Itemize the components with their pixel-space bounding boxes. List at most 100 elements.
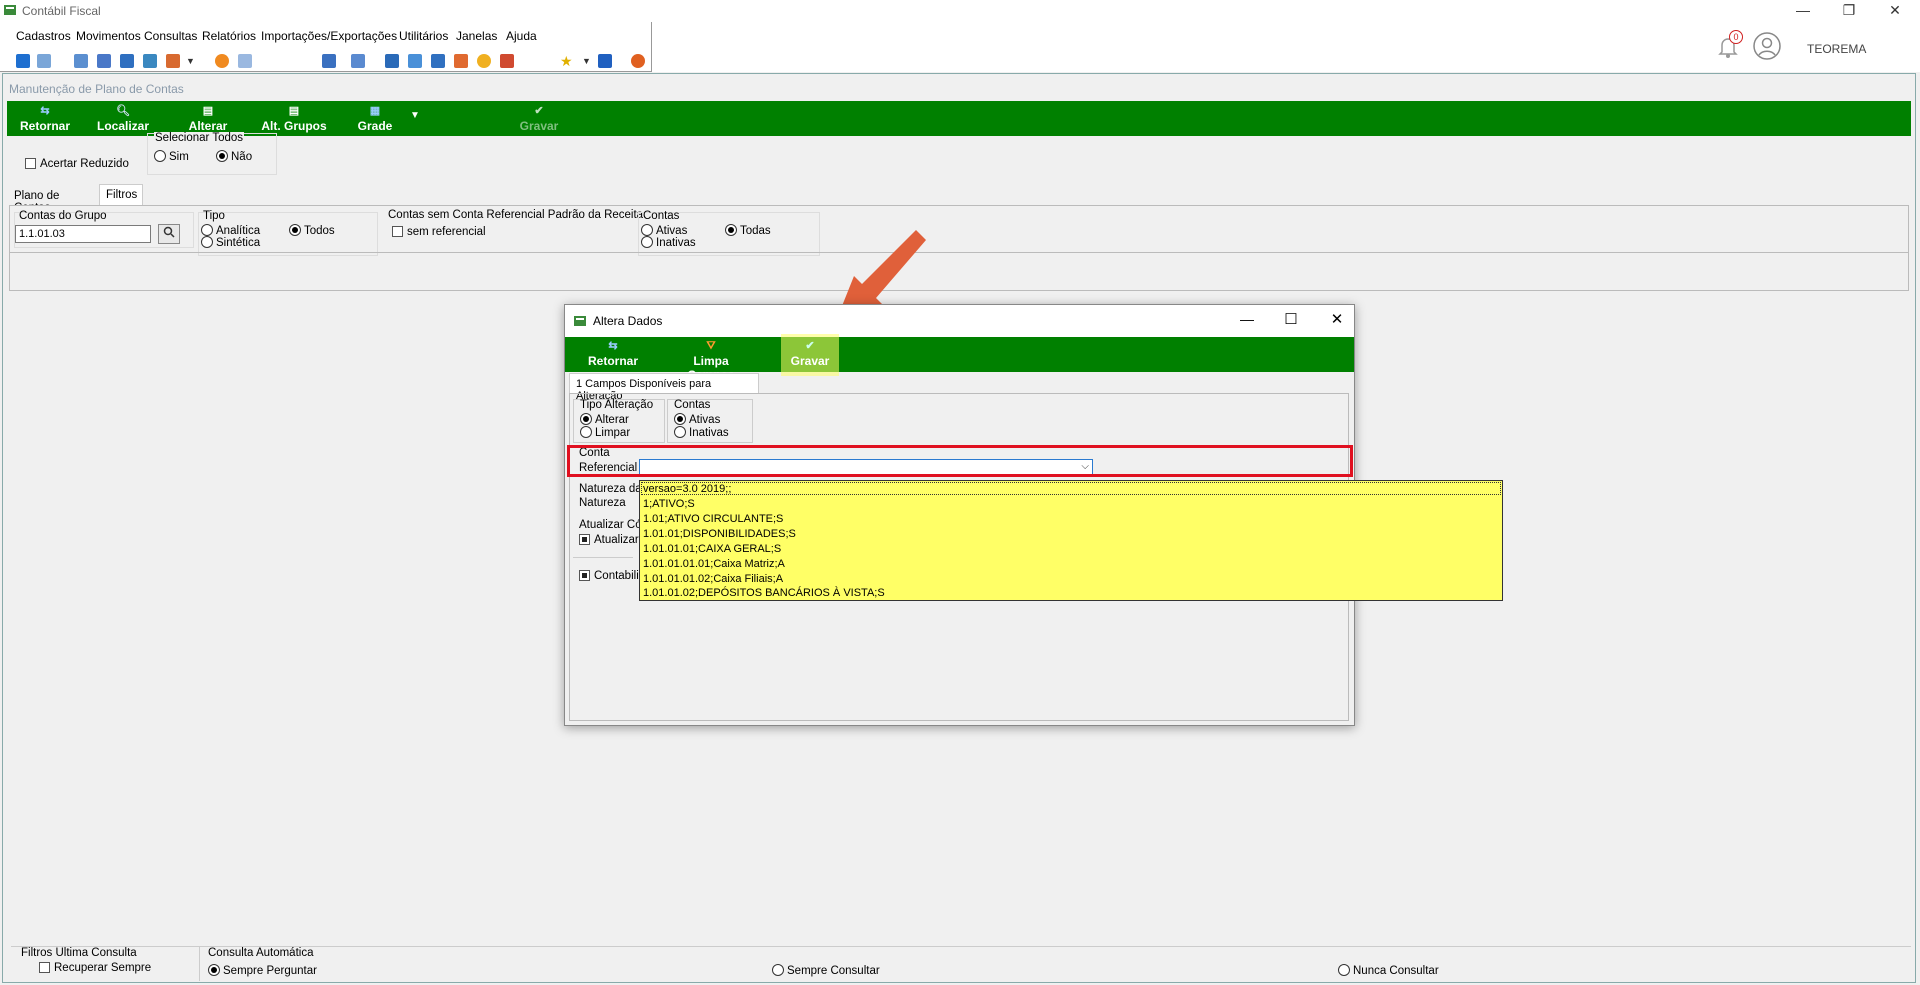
recuperar-sempre-checkbox[interactable]: Recuperar Sempre — [39, 962, 151, 974]
toolbar-icon-5[interactable] — [120, 54, 134, 68]
dropdown-option[interactable]: 1.01.01.01.02;Caixa Filiais;A — [643, 573, 783, 585]
retornar-button[interactable]: ⇆ Retornar — [17, 105, 73, 133]
dropdown-option[interactable]: 1.01.01.01.01;Caixa Matriz;A — [643, 558, 785, 570]
limpar-radio[interactable]: Limpar — [580, 426, 630, 439]
notification-badge: 0 — [1729, 30, 1743, 44]
dropdown-option[interactable]: 1.01.01;DISPONIBILIDADES;S — [643, 528, 796, 540]
edit-icon: ▤ — [202, 105, 214, 117]
alterar-button[interactable]: ▤ Alterar — [183, 105, 233, 133]
toolbar-icon-11[interactable] — [351, 54, 365, 68]
alterar-label: Alterar — [595, 414, 629, 426]
toolbar-icon-1[interactable] — [16, 54, 30, 68]
sim-label: Sim — [169, 151, 189, 163]
menu-relatorios[interactable]: Relatórios — [202, 29, 256, 43]
toolbar-icon-14[interactable] — [431, 54, 445, 68]
dropdown-option[interactable]: versao=3.0 2019;; — [643, 483, 731, 495]
toolbar-icon-8[interactable] — [215, 54, 229, 68]
localizar-button[interactable]: 🔍︎ Localizar — [95, 105, 151, 133]
power-icon[interactable] — [631, 54, 645, 68]
checkbox-box — [392, 226, 403, 237]
toolbar-icon-4[interactable] — [97, 54, 111, 68]
todas-radio[interactable]: Todas — [725, 224, 771, 237]
dropdown-option[interactable]: 1.01;ATIVO CIRCULANTE;S — [643, 513, 783, 525]
menu-cadastros[interactable]: Cadastros — [16, 29, 71, 43]
sim-radio[interactable]: Sim — [154, 150, 189, 163]
dialog-minimize-button[interactable]: — — [1235, 311, 1259, 327]
atualizar-checkbox[interactable]: Atualizar — [579, 534, 639, 546]
close-button[interactable]: ✕ — [1872, 0, 1918, 22]
menu-ajuda[interactable]: Ajuda — [506, 29, 537, 43]
minimize-button[interactable]: — — [1780, 0, 1826, 22]
info-icon[interactable] — [598, 54, 612, 68]
grade-button[interactable]: ▦ Grade — [353, 105, 397, 133]
dropdown-option[interactable]: 1;ATIVO;S — [643, 498, 695, 510]
dialog-gravar-button[interactable]: ✔ Gravar — [785, 340, 835, 368]
restore-button[interactable]: ❐ — [1826, 0, 1872, 22]
toolbar-icon-9[interactable] — [238, 54, 252, 68]
nunca-consultar-radio[interactable]: Nunca Consultar — [1338, 964, 1439, 977]
radio-circle-selected — [674, 413, 686, 425]
contas-do-grupo-input[interactable]: 1.1.01.03 — [15, 225, 151, 243]
conta-referencial-highlight — [567, 445, 1353, 477]
alterar-radio[interactable]: Alterar — [580, 413, 629, 426]
toolbar-icon-3[interactable] — [74, 54, 88, 68]
favorites-dropdown-icon[interactable]: ▼ — [582, 54, 591, 68]
acertar-reduzido-checkbox[interactable]: Acertar Reduzido — [25, 158, 129, 170]
user-avatar-icon[interactable] — [1752, 31, 1782, 61]
child-window-title: Manutenção de Plano de Contas — [9, 82, 184, 96]
todos-radio[interactable]: Todos — [289, 224, 335, 237]
menu-utilitarios[interactable]: Utilitários — [399, 29, 448, 43]
toolbar-icon-13[interactable] — [408, 54, 422, 68]
toolbar-icon-16[interactable] — [477, 54, 491, 68]
dialog-inativas-radio[interactable]: Inativas — [674, 426, 729, 439]
dialog-retornar-button[interactable]: ⇆ Retornar — [585, 340, 641, 368]
dialog-ativas-radio[interactable]: Ativas — [674, 413, 720, 426]
search-button[interactable] — [158, 224, 180, 244]
dialog-titlebar: Altera Dados — ☐ ✕ — [565, 305, 1354, 337]
tipo-alteracao-group: Tipo Alteração Alterar Limpar — [573, 399, 665, 443]
radio-circle — [772, 964, 784, 976]
nao-radio[interactable]: Não — [216, 150, 252, 163]
inativas-radio[interactable]: Inativas — [641, 236, 696, 249]
bell-icon[interactable]: 0 — [1714, 30, 1743, 60]
tab-campos-disponiveis[interactable]: 1 Campos Disponíveis para Alteração — [569, 373, 759, 402]
radio-circle — [580, 426, 592, 438]
tab-filtros[interactable]: Filtros — [99, 184, 143, 206]
toolbar-icon-2[interactable] — [37, 54, 51, 68]
todas-label: Todas — [740, 225, 771, 237]
sempre-perguntar-label: Sempre Perguntar — [223, 965, 317, 977]
alt-grupos-button[interactable]: ▤ Alt. Grupos — [259, 105, 329, 133]
toolbar-dropdown-icon[interactable]: ▼ — [186, 54, 195, 68]
menu-consultas[interactable]: Consultas — [144, 29, 197, 43]
limpar-label: Limpar — [595, 427, 631, 439]
toolbar-icon-10[interactable] — [322, 54, 336, 68]
toolbar-icon-6[interactable] — [143, 54, 157, 68]
dropdown-option[interactable]: 1.01.01.01;CAIXA GERAL;S — [643, 543, 781, 555]
dialog-app-icon — [573, 314, 587, 328]
radio-circle — [201, 236, 213, 248]
contabili-checkbox[interactable]: Contabili — [579, 570, 639, 582]
menu-movimentos[interactable]: Movimentos — [76, 29, 141, 43]
dialog-maximize-button[interactable]: ☐ — [1279, 310, 1303, 328]
tab-plano-de-contas[interactable]: Plano de Contas — [9, 187, 99, 214]
tipo-alteracao-label: Tipo Alteração — [580, 399, 654, 411]
sempre-perguntar-radio[interactable]: Sempre Perguntar — [208, 964, 317, 977]
grade-dropdown-icon[interactable]: ▼ — [409, 110, 421, 121]
dialog-close-button[interactable]: ✕ — [1325, 310, 1349, 328]
dialog-retornar-label: Retornar — [587, 354, 638, 368]
toolbar-icon-7[interactable] — [166, 54, 180, 68]
toolbar-icon-15[interactable] — [454, 54, 468, 68]
sem-referencial-checkbox[interactable]: sem referencial — [392, 226, 486, 238]
dropdown-option[interactable]: 1.01.01.02;DEPÓSITOS BANCÁRIOS À VISTA;S — [643, 587, 885, 599]
menu-importacoes[interactable]: Importações/Exportações — [261, 29, 397, 43]
radio-circle — [201, 224, 213, 236]
menu-janelas[interactable]: Janelas — [456, 29, 497, 43]
app-titlebar: Contábil Fiscal — ❐ ✕ — [0, 0, 1920, 22]
topright-area: 0 TEOREMA — [652, 22, 1920, 72]
sintetica-radio[interactable]: Sintética — [201, 236, 260, 249]
toolbar-icon-12[interactable] — [385, 54, 399, 68]
sem-referencial-label: sem referencial — [407, 226, 486, 238]
sempre-consultar-radio[interactable]: Sempre Consultar — [772, 964, 880, 977]
toolbar-icon-17[interactable] — [500, 54, 514, 68]
favorites-star-icon[interactable]: ★ — [560, 54, 574, 68]
